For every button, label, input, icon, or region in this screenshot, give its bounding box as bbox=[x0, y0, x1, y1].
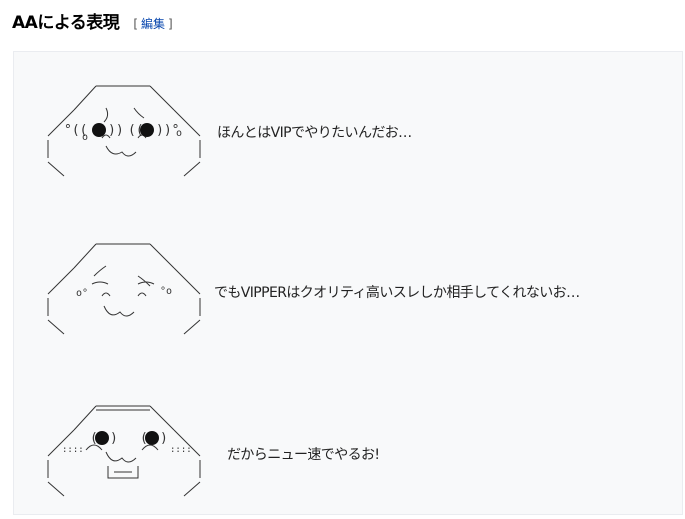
ascii-art-sad-face: °(( )) (( ))° o o bbox=[47, 85, 201, 177]
svg-text:o°: o° bbox=[76, 288, 88, 299]
aa-block-1: °(( )) (( ))° o o ほんとはVIPでやりたいんだお… bbox=[14, 74, 682, 224]
svg-text:°o: °o bbox=[160, 286, 172, 297]
ascii-art-box: °(( )) (( ))° o o ほんとはVIPでやりたいんだお… o° °o… bbox=[13, 51, 683, 515]
svg-text:o: o bbox=[176, 128, 182, 139]
edit-bracket-close: ] bbox=[168, 17, 173, 31]
svg-text:::::: :::: bbox=[62, 445, 84, 455]
edit-section-link-wrapper: [編集] bbox=[133, 15, 172, 32]
svg-text:o: o bbox=[82, 132, 88, 143]
svg-text:::::: :::: bbox=[170, 445, 192, 455]
edit-section-link[interactable]: 編集 bbox=[141, 17, 165, 31]
aa-caption-3: だからニュー速でやるお! bbox=[227, 447, 380, 463]
svg-text:)): )) bbox=[108, 123, 124, 138]
svg-text:): ) bbox=[110, 431, 118, 446]
svg-text:): ) bbox=[160, 431, 168, 446]
aa-block-3: ( ) ( ) :::: :::: だからニュー速でやるお! bbox=[14, 394, 682, 514]
aa-caption-2: でもVIPPERはクオリティ高いスレしか相手してくれないお… bbox=[214, 285, 580, 301]
aa-block-2: o° °o でもVIPPERはクオリティ高いスレしか相手してくれないお… bbox=[14, 232, 682, 382]
ascii-art-shy-face: o° °o bbox=[47, 243, 201, 335]
section-title: AAによる表現 bbox=[12, 13, 120, 33]
section-heading: AAによる表現 [編集] bbox=[12, 8, 173, 34]
aa-caption-1: ほんとはVIPでやりたいんだお… bbox=[217, 125, 412, 141]
edit-bracket-open: [ bbox=[133, 17, 138, 31]
ascii-art-excited-face: ( ) ( ) :::: :::: bbox=[47, 405, 201, 497]
